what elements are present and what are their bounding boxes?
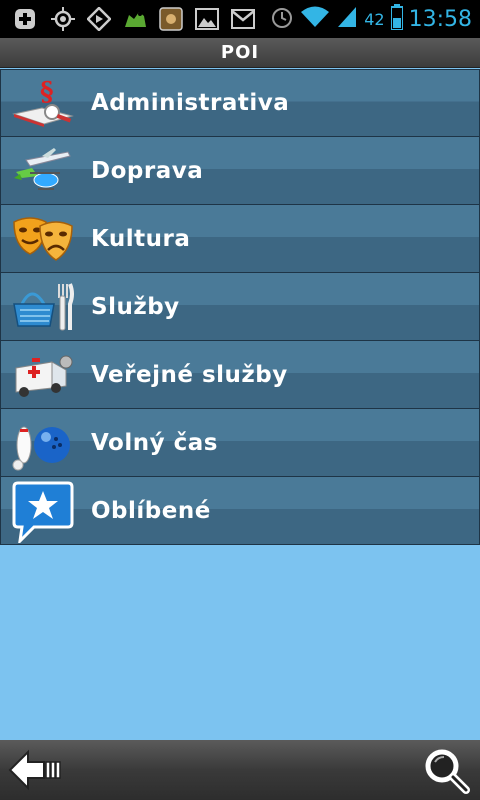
battery-level: 42	[364, 9, 385, 29]
gallery-icon	[194, 7, 220, 31]
search-icon	[422, 749, 470, 798]
category-item-administrativa[interactable]: § Administrativa	[0, 69, 480, 137]
transport-icon	[9, 139, 77, 203]
category-list: § Administrativa Doprava Kultura Služby …	[0, 69, 480, 545]
category-item-doprava[interactable]: Doprava	[0, 137, 480, 205]
category-item-verejne-sluzby[interactable]: Veřejné služby	[0, 341, 480, 409]
theatre-masks-icon	[9, 207, 77, 271]
status-bar: 42 13:58	[0, 0, 480, 38]
alarm-icon	[270, 5, 294, 33]
app-icon	[158, 7, 184, 31]
wifi-icon	[300, 5, 330, 33]
category-label: Veřejné služby	[91, 361, 288, 388]
category-label: Doprava	[91, 157, 204, 184]
back-arrow-icon	[8, 749, 64, 796]
battery-icon	[389, 4, 404, 34]
bottom-toolbar	[0, 740, 480, 800]
search-button[interactable]	[422, 746, 470, 794]
category-item-oblibene[interactable]: Oblíbené	[0, 477, 480, 545]
page-title: POI	[220, 42, 260, 63]
status-indicators: 42 13:58	[270, 0, 472, 38]
bowling-icon	[9, 411, 77, 475]
gmail-icon	[230, 7, 256, 31]
category-label: Volný čas	[91, 429, 218, 456]
title-bar: POI	[0, 38, 480, 68]
plus-icon	[12, 7, 38, 31]
basket-cutlery-icon	[9, 275, 77, 339]
back-button[interactable]	[8, 748, 64, 792]
category-label: Oblíbené	[91, 497, 211, 524]
category-label: Administrativa	[91, 90, 290, 116]
administration-icon: §	[9, 71, 77, 135]
signal-icon	[336, 5, 358, 33]
clock: 13:58	[408, 6, 472, 32]
category-label: Kultura	[91, 225, 191, 252]
favorite-star-icon	[9, 479, 77, 543]
android-icon	[122, 7, 148, 31]
category-item-kultura[interactable]: Kultura	[0, 205, 480, 273]
navigation-icon	[86, 7, 112, 31]
svg-text:§: §	[40, 78, 54, 107]
category-item-sluzby[interactable]: Služby	[0, 273, 480, 341]
gps-icon	[50, 7, 76, 31]
ambulance-icon	[9, 343, 77, 407]
category-item-volny-cas[interactable]: Volný čas	[0, 409, 480, 477]
category-label: Služby	[91, 293, 180, 320]
